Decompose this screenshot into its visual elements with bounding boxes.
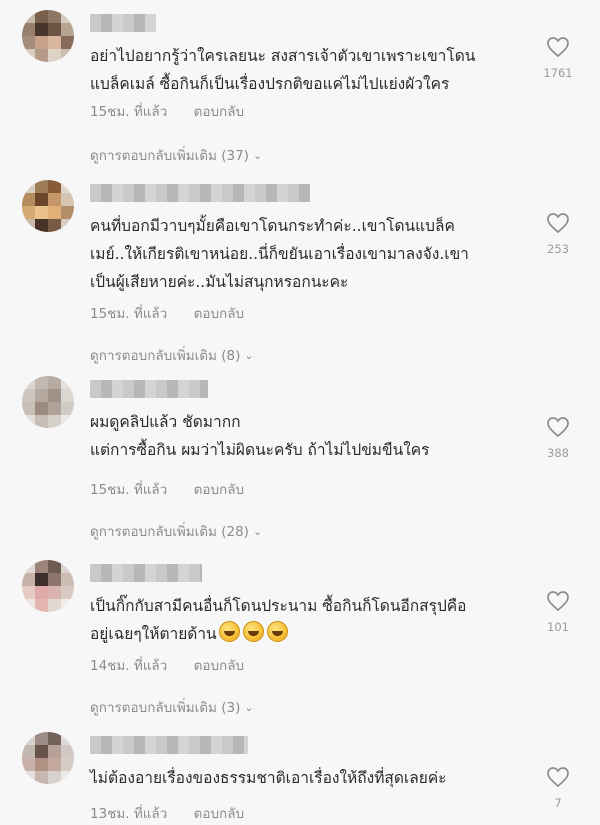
view-more-replies[interactable]: ดูการตอบกลับเพิ่มเติม (28) ⌄ [90, 520, 262, 542]
comment-time: 13ชม. ที่แล้ว [90, 806, 168, 822]
heart-outline-icon [547, 37, 569, 58]
comment-text: ผมดูคลิปแล้ว ชัดมากก แต่การซื้อกิน ผมว่า… [90, 413, 430, 459]
username-redacted[interactable] [90, 736, 248, 754]
like-count: 1761 [543, 66, 573, 80]
grinning-face-emoji [218, 621, 240, 642]
reply-button[interactable]: ตอบกลับ [194, 802, 244, 824]
comment-meta: 15ชม. ที่แล้ว ตอบกลับ [90, 100, 244, 122]
like-count: 7 [554, 796, 562, 810]
like-button[interactable]: 388 [538, 416, 578, 460]
chevron-down-icon: ⌄ [244, 349, 254, 362]
heart-outline-icon [547, 767, 569, 788]
avatar[interactable] [22, 560, 74, 612]
like-count: 253 [547, 242, 569, 256]
comment-meta: 15ชม. ที่แล้ว ตอบกลับ [90, 302, 244, 324]
comment-time: 15ชม. ที่แล้ว [90, 306, 168, 322]
username-redacted[interactable] [90, 184, 310, 202]
view-more-replies-label: ดูการตอบกลับเพิ่มเติม (3) [90, 700, 241, 716]
comment-text: ไม่ต้องอายเรื่องของธรรมชาติเอาเรื่องให้ถ… [90, 769, 447, 787]
like-button[interactable]: 7 [538, 766, 578, 810]
reply-button[interactable]: ตอบกลับ [194, 100, 244, 122]
view-more-replies-label: ดูการตอบกลับเพิ่มเติม (8) [90, 348, 241, 364]
grinning-face-emoji [242, 621, 264, 642]
heart-outline-icon [547, 591, 569, 612]
like-count: 388 [547, 446, 569, 460]
comment-meta: 15ชม. ที่แล้ว ตอบกลับ [90, 478, 244, 500]
like-count: 101 [547, 620, 569, 634]
grinning-face-emoji [266, 621, 288, 642]
comment-text: คนที่บอกมีวาบๆมั้ยคือเขาโดนกระทำค่ะ..เขา… [90, 217, 469, 291]
username-redacted[interactable] [90, 380, 208, 398]
chevron-down-icon: ⌄ [252, 525, 263, 538]
reply-button[interactable]: ตอบกลับ [194, 654, 244, 676]
avatar[interactable] [22, 732, 74, 784]
heart-outline-icon [547, 417, 569, 438]
like-button[interactable]: 101 [538, 590, 578, 634]
view-more-replies-label: ดูการตอบกลับเพิ่มเติม (28) [90, 524, 249, 540]
username-redacted[interactable] [90, 14, 156, 32]
comment-time: 14ชม. ที่แล้ว [90, 658, 168, 674]
avatar[interactable] [22, 180, 74, 232]
comment-time: 15ชม. ที่แล้ว [90, 104, 168, 120]
view-more-replies[interactable]: ดูการตอบกลับเพิ่มเติม (37) ⌄ [90, 144, 262, 166]
avatar[interactable] [22, 376, 74, 428]
comment-meta: 14ชม. ที่แล้ว ตอบกลับ [90, 654, 244, 676]
heart-outline-icon [547, 213, 569, 234]
like-button[interactable]: 1761 [538, 36, 578, 80]
comment-text: เป็นกิ๊กกับสามีคนอื่นก็โดนประนาม ซื้อกิน… [90, 592, 540, 648]
like-button[interactable]: 253 [538, 212, 578, 256]
chevron-down-icon: ⌄ [252, 149, 263, 162]
view-more-replies-label: ดูการตอบกลับเพิ่มเติม (37) [90, 148, 249, 164]
chevron-down-icon: ⌄ [244, 701, 254, 714]
avatar[interactable] [22, 10, 74, 62]
comment-meta: 13ชม. ที่แล้ว ตอบกลับ [90, 802, 244, 824]
view-more-replies[interactable]: ดูการตอบกลับเพิ่มเติม (3) ⌄ [90, 696, 254, 718]
comment-time: 15ชม. ที่แล้ว [90, 482, 168, 498]
view-more-replies[interactable]: ดูการตอบกลับเพิ่มเติม (8) ⌄ [90, 344, 254, 366]
comment-text: อย่าไปอยากรู้ว่าใครเลยนะ สงสารเจ้าตัวเขา… [90, 47, 476, 93]
reply-button[interactable]: ตอบกลับ [194, 478, 244, 500]
username-redacted[interactable] [90, 564, 202, 582]
reply-button[interactable]: ตอบกลับ [194, 302, 244, 324]
